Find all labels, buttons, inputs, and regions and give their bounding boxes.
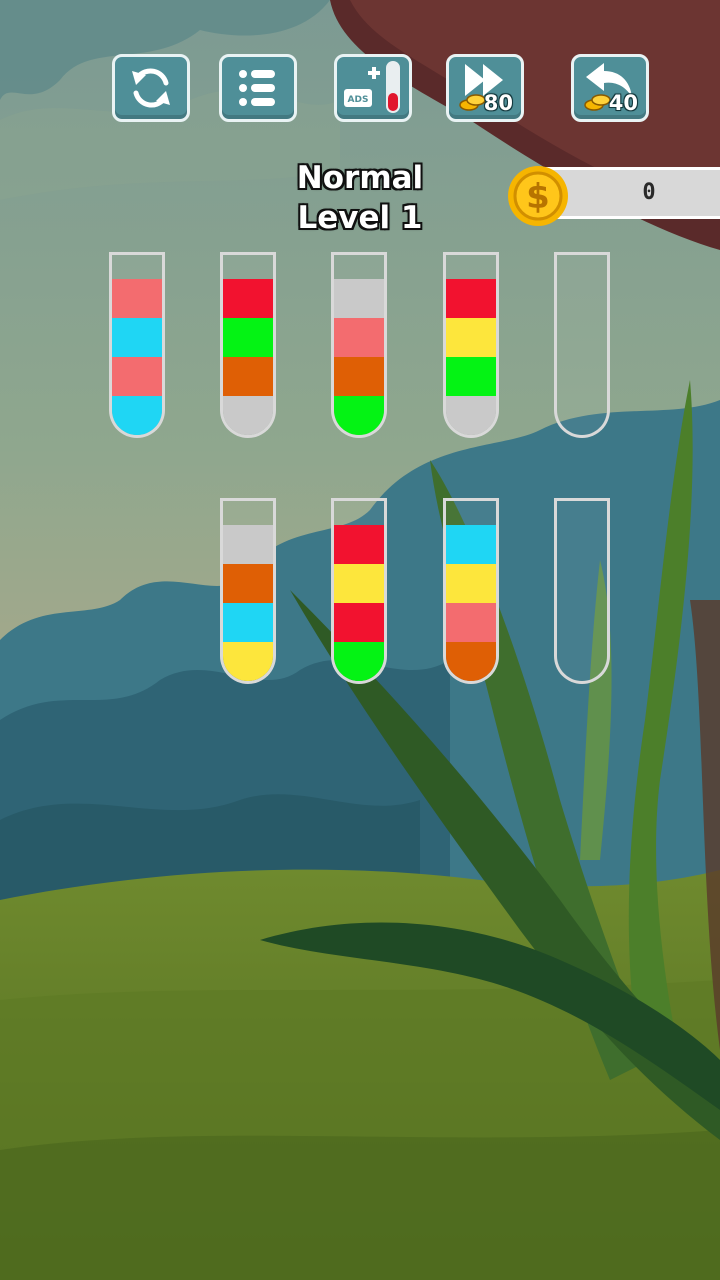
liquid-layer-pink bbox=[446, 603, 496, 642]
liquid-layer-red bbox=[223, 279, 273, 318]
liquid-layer-green bbox=[334, 396, 384, 435]
liquid-layer-green bbox=[223, 318, 273, 357]
dollar-coin-icon: $ bbox=[508, 166, 568, 226]
liquid-layer-pink bbox=[112, 357, 162, 396]
liquid-layer-gray bbox=[223, 396, 273, 435]
mode-title: Normal bbox=[296, 160, 424, 196]
liquid-layer-yellow bbox=[223, 642, 273, 681]
liquid-layer-red bbox=[334, 525, 384, 564]
add-tube-button[interactable]: ADS bbox=[334, 54, 412, 122]
tube-2[interactable] bbox=[220, 252, 276, 438]
tube-5[interactable] bbox=[554, 252, 610, 438]
tube-4[interactable] bbox=[443, 252, 499, 438]
tube-9[interactable] bbox=[554, 498, 610, 684]
undo-cost: 40 bbox=[608, 91, 638, 115]
add-tube-icon: ADS bbox=[344, 61, 400, 113]
liquid-layer-cyan bbox=[223, 603, 273, 642]
restart-button[interactable] bbox=[112, 54, 190, 122]
liquid-layer-pink bbox=[334, 318, 384, 357]
menu-button[interactable] bbox=[219, 54, 297, 122]
liquid-layer-green bbox=[446, 357, 496, 396]
liquid-layer-gray bbox=[446, 396, 496, 435]
liquid-layer-yellow bbox=[446, 564, 496, 603]
liquid-layer-yellow bbox=[446, 318, 496, 357]
undo-button[interactable]: 40 bbox=[571, 54, 649, 122]
liquid-layer-cyan bbox=[446, 525, 496, 564]
tube-3[interactable] bbox=[331, 252, 387, 438]
tube-1[interactable] bbox=[109, 252, 165, 438]
coin-count: 0 bbox=[642, 180, 656, 205]
liquid-layer-orange bbox=[334, 357, 384, 396]
ads-label: ADS bbox=[348, 95, 369, 105]
tube-7[interactable] bbox=[331, 498, 387, 684]
list-icon bbox=[239, 70, 275, 106]
liquid-layer-yellow bbox=[334, 564, 384, 603]
liquid-layer-red bbox=[446, 279, 496, 318]
liquid-layer-cyan bbox=[112, 318, 162, 357]
liquid-layer-gray bbox=[334, 279, 384, 318]
tube-6[interactable] bbox=[220, 498, 276, 684]
liquid-layer-pink bbox=[112, 279, 162, 318]
liquid-layer-orange bbox=[223, 564, 273, 603]
restart-icon bbox=[132, 68, 170, 108]
skip-cost: 80 bbox=[483, 91, 513, 115]
tube-8[interactable] bbox=[443, 498, 499, 684]
liquid-layer-cyan bbox=[112, 396, 162, 435]
svg-text:$: $ bbox=[526, 177, 550, 217]
liquid-layer-orange bbox=[223, 357, 273, 396]
liquid-layer-orange bbox=[446, 642, 496, 681]
liquid-layer-green bbox=[334, 642, 384, 681]
liquid-layer-gray bbox=[223, 525, 273, 564]
level-title: Level 1 bbox=[297, 200, 423, 236]
liquid-layer-red bbox=[334, 603, 384, 642]
skip-level-button[interactable]: 80 bbox=[446, 54, 524, 122]
